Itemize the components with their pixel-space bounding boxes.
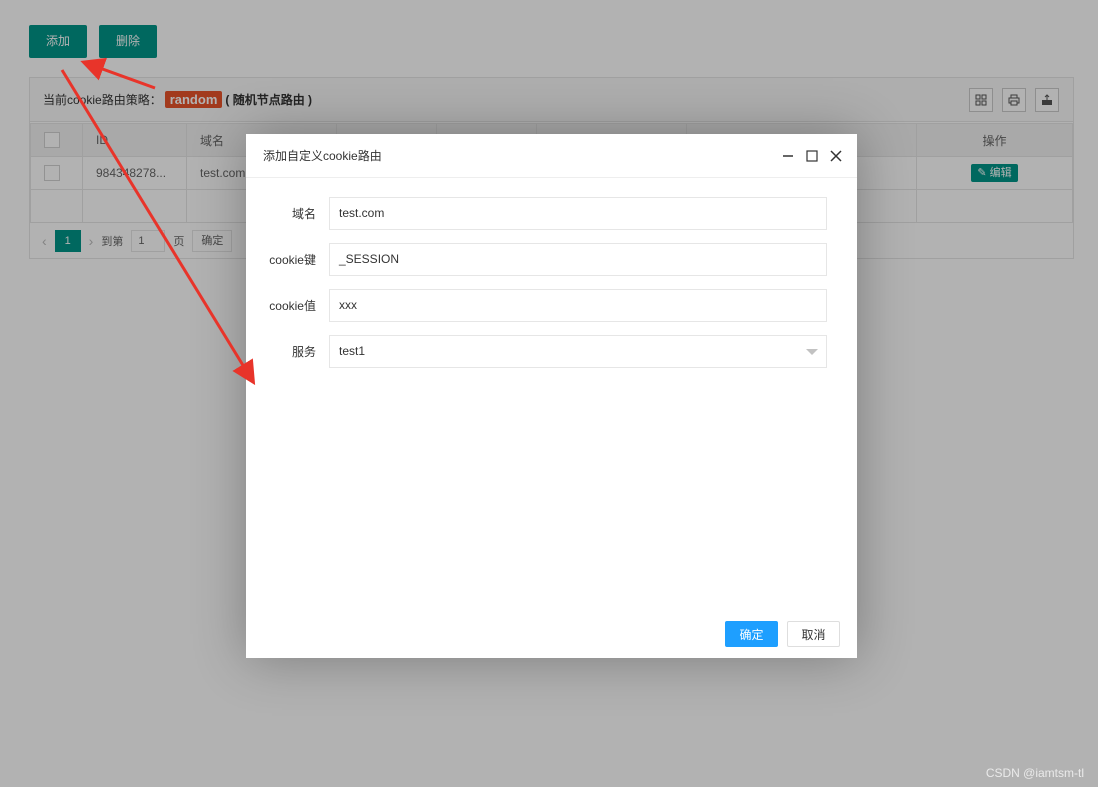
form-row-service: 服务 test1 [246, 334, 857, 368]
cookie-value-input[interactable]: xxx [329, 288, 827, 322]
service-select[interactable]: test1 [329, 334, 827, 368]
cookie-key-label: cookie键 [269, 252, 316, 267]
minimize-icon[interactable] [781, 149, 795, 163]
maximize-icon[interactable] [805, 149, 819, 163]
confirm-button[interactable]: 确定 [725, 621, 778, 647]
domain-input[interactable]: test.com [329, 196, 827, 230]
watermark: CSDN @iamtsm-tl [985, 766, 1084, 780]
cancel-button[interactable]: 取消 [787, 621, 840, 647]
close-icon[interactable] [829, 149, 843, 163]
service-label: 服务 [291, 344, 316, 359]
caret-down-icon [806, 348, 818, 355]
dialog-title: 添加自定义cookie路由 [263, 149, 382, 163]
form-row-cookie-value: cookie值 xxx [246, 288, 857, 322]
form-row-cookie-key: cookie键 _SESSION [246, 242, 857, 276]
form-row-domain: 域名 test.com [246, 196, 857, 230]
cookie-value-label: cookie值 [269, 298, 316, 313]
cookie-key-input[interactable]: _SESSION [329, 242, 827, 276]
route-form: 域名 test.com cookie键 _SESSION cookie值 xxx… [246, 196, 857, 380]
dialog-controls [781, 134, 843, 178]
add-cookie-route-dialog: 添加自定义cookie路由 域名 test.com cookie键 _SESSI… [246, 134, 857, 658]
dialog-footer: 确定 取消 [725, 621, 840, 647]
domain-label: 域名 [291, 206, 316, 221]
dialog-title-bar: 添加自定义cookie路由 [246, 134, 857, 178]
service-select-value: test1 [339, 343, 366, 358]
